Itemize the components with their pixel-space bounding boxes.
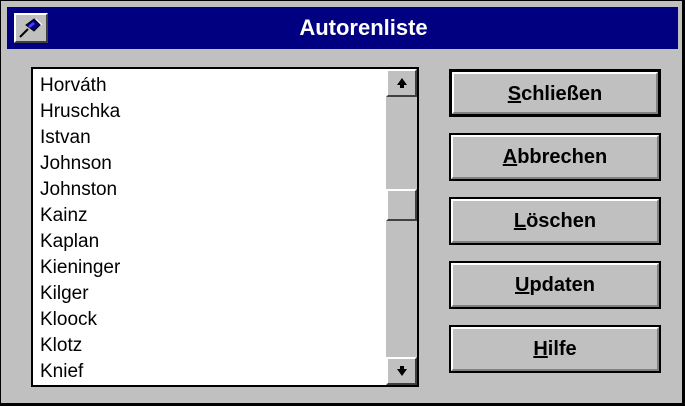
mnemonic: U [514,274,530,296]
list-item[interactable]: Hruschka [40,99,120,125]
pushpin-icon [19,18,43,38]
scroll-thumb[interactable] [386,189,417,221]
author-listbox[interactable]: Horváth Hruschka Istvan Johnson Johnston… [31,67,419,387]
scroll-down-button[interactable] [386,357,417,385]
list-item[interactable]: Kainz [40,203,120,229]
scroll-up-button[interactable] [386,69,417,97]
help-button[interactable]: Hilfe [449,325,661,373]
list-items: Horváth Hruschka Istvan Johnson Johnston… [40,73,120,385]
mnemonic: L [513,210,527,232]
delete-button[interactable]: Löschen [449,197,661,245]
label-rest: öschen [526,210,597,232]
list-item[interactable]: Kilger [40,281,120,307]
arrow-up-icon [396,78,407,88]
list-item[interactable]: Johnston [40,177,120,203]
label-rest: ilfe [547,338,577,360]
arrow-down-icon [396,366,407,376]
list-item[interactable]: Knief [40,359,120,385]
update-button[interactable]: Updaten [449,261,661,309]
list-item[interactable]: Istvan [40,125,120,151]
label-rest: chließen [521,83,603,105]
cancel-button-label: Abbrechen [451,135,659,179]
delete-button-label: Löschen [451,199,659,243]
list-item[interactable]: Kloock [40,307,120,333]
mnemonic: H [533,338,548,360]
list-item[interactable]: Horváth [40,73,120,99]
cancel-button[interactable]: Abbrechen [449,133,661,181]
label-rest: pdaten [529,274,595,296]
close-button-label: Schließen [452,72,658,114]
list-item[interactable]: Kieninger [40,255,120,281]
update-button-label: Updaten [451,263,659,307]
list-item[interactable]: Kaplan [40,229,120,255]
list-item[interactable]: Klotz [40,333,120,359]
mnemonic: S [507,83,522,105]
help-button-label: Hilfe [451,327,659,371]
system-menu-button[interactable] [14,13,48,43]
label-rest: bbrechen [517,146,608,168]
vertical-scrollbar[interactable] [386,69,417,385]
list-item[interactable]: Johnson [40,151,120,177]
autorenliste-dialog: Autorenliste Horváth Hruschka Istvan Joh… [0,0,683,404]
mnemonic: A [502,146,518,168]
close-button[interactable]: Schließen [449,69,661,117]
window-title: Autorenliste [299,15,428,40]
